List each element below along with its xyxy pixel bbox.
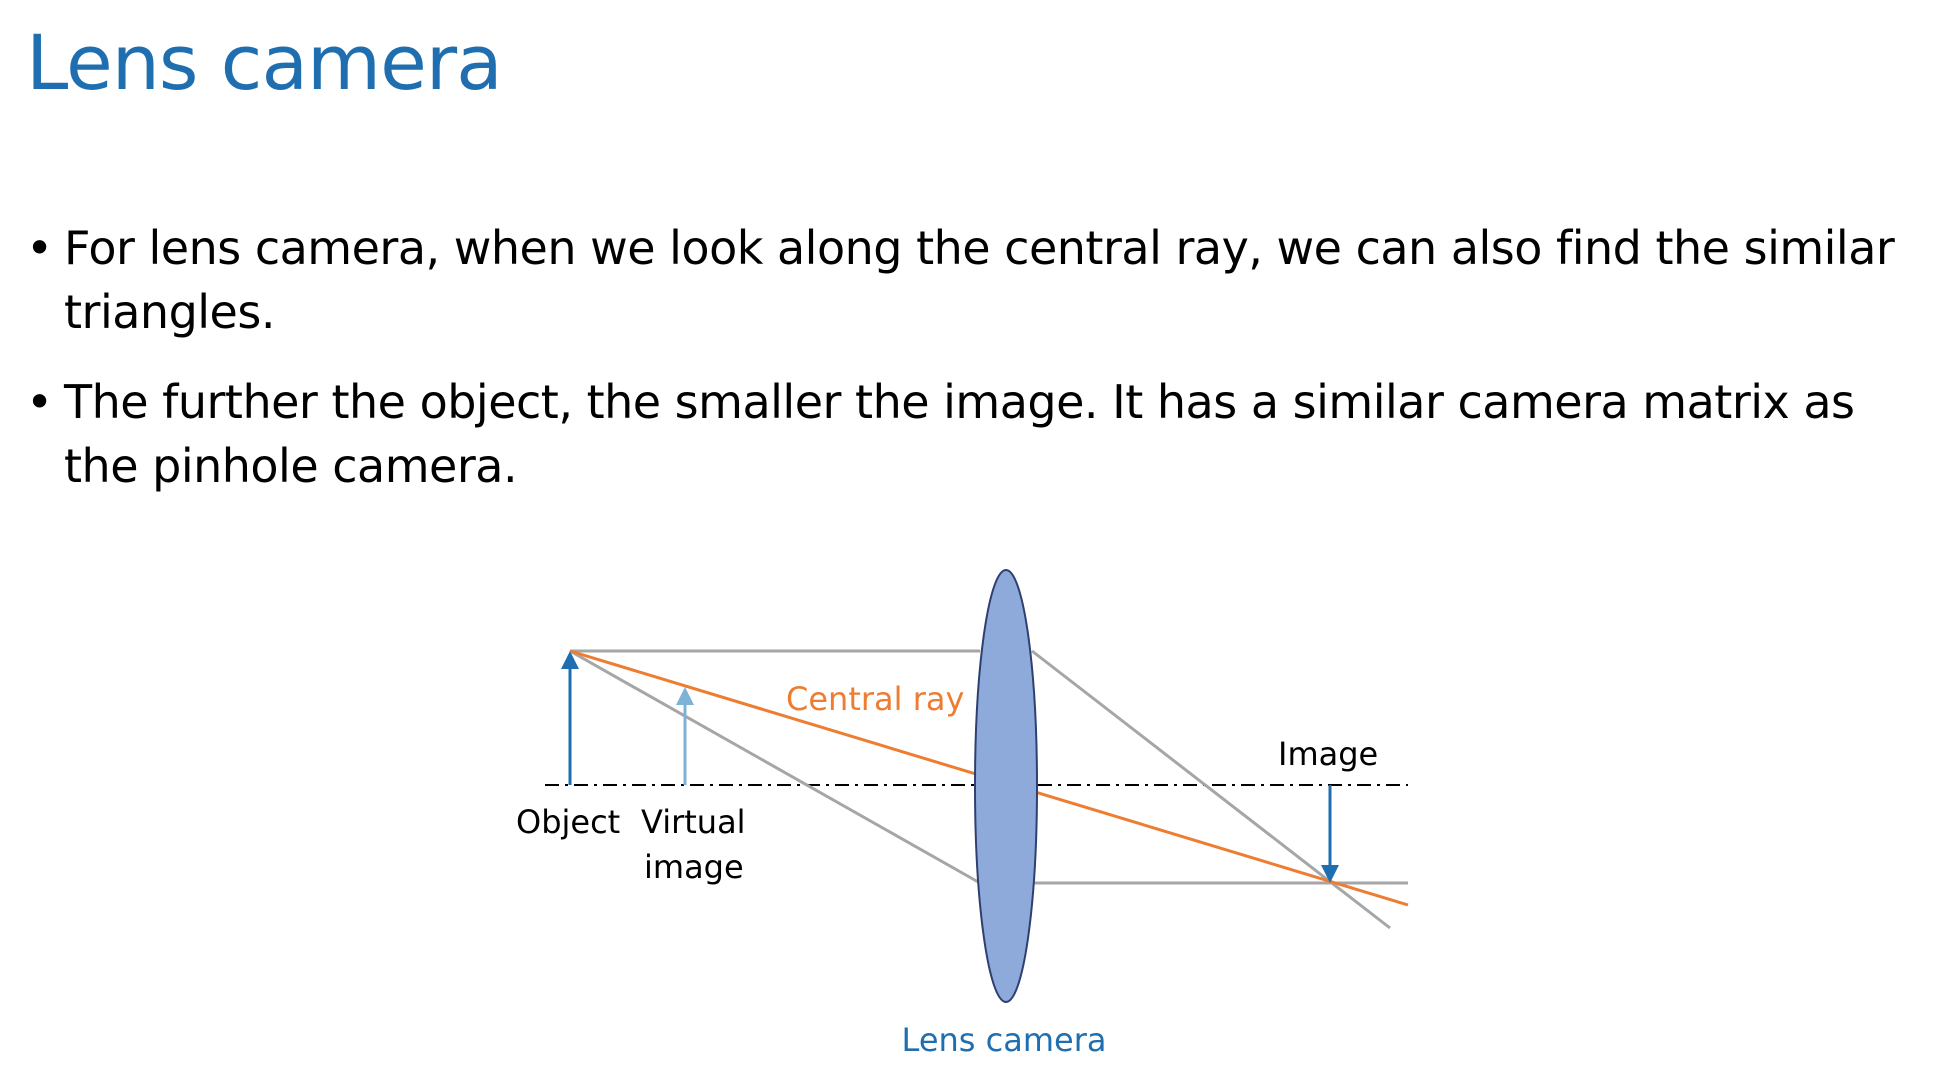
- central-ray-label: Central ray: [786, 680, 964, 718]
- refracted-ray-top: [1031, 649, 1391, 930]
- lens-camera-diagram: Central ray Image Object Virtual image L…: [516, 569, 1409, 1059]
- virtual-image-label-line1: Virtual: [641, 803, 746, 841]
- lens-shape: [974, 569, 1038, 1003]
- virtual-image-label-line2: image: [644, 848, 744, 886]
- object-label: Object: [516, 803, 620, 841]
- image-label: Image: [1278, 735, 1378, 773]
- diagram-caption: Lens camera: [902, 1021, 1107, 1059]
